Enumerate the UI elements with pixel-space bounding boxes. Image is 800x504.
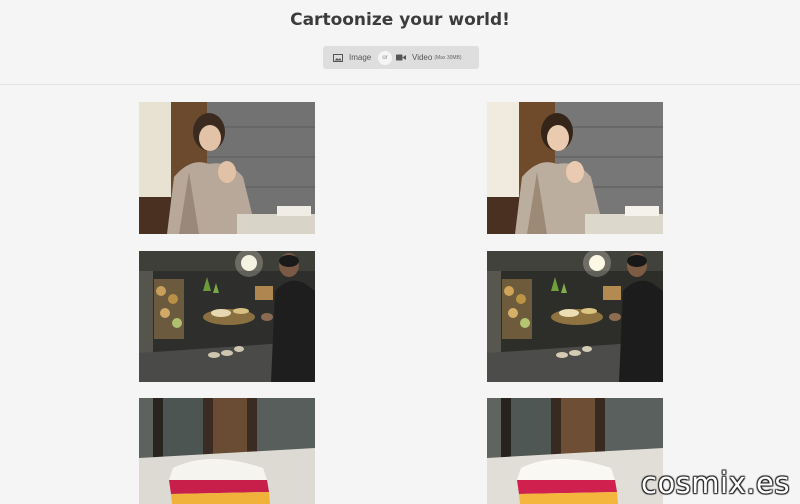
or-divider: or — [378, 51, 392, 65]
image-icon — [333, 53, 343, 62]
woman-praying-cartoon[interactable] — [487, 102, 663, 234]
image-option-label: Image — [349, 53, 372, 62]
video-option-label: Video — [412, 53, 433, 62]
image-option-button[interactable]: Image — [333, 46, 371, 69]
video-camera-icon — [396, 54, 406, 61]
site-watermark: cosmix.es — [641, 466, 790, 500]
page-header: Cartoonize your world! Image or Video (M… — [0, 0, 800, 85]
cake-slice-cartoon[interactable] — [487, 398, 663, 504]
woman-praying-photo[interactable] — [139, 102, 315, 234]
video-size-note: (Max 30MB) — [434, 54, 462, 61]
cake-slice-photo[interactable] — [139, 398, 315, 504]
man-at-table-photo[interactable] — [139, 251, 315, 382]
video-option-button[interactable]: Video (Max 30MB) — [396, 46, 462, 69]
page-title: Cartoonize your world! — [290, 10, 510, 30]
media-type-toggle: Image or Video (Max 30MB) — [323, 46, 479, 69]
man-at-table-cartoon[interactable] — [487, 251, 663, 382]
